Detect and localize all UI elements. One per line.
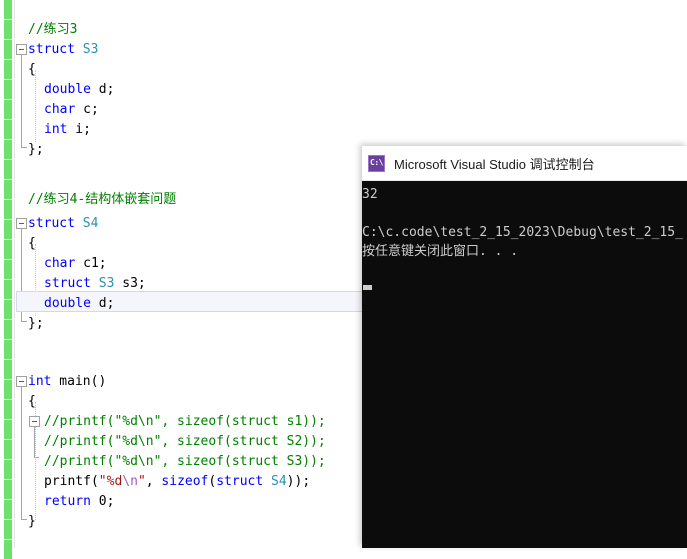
code-line[interactable]: char c; (44, 100, 99, 120)
code-token: }; (28, 316, 44, 331)
code-token: double (44, 296, 91, 311)
code-line[interactable]: double d; (44, 80, 114, 100)
debug-console-window[interactable]: C:\ Microsoft Visual Studio 调试控制台 按任意键关闭… (362, 146, 687, 548)
code-token: , (145, 474, 162, 489)
code-token: struct (28, 216, 83, 231)
code-token: double (44, 82, 91, 97)
code-token: //printf("%d\n", sizeof(struct s1)); (44, 414, 326, 429)
code-token: S4 (271, 474, 287, 489)
code-token: //练习4-结构体嵌套问题 (28, 192, 177, 207)
code-line[interactable]: //printf("%d\n", sizeof(struct S3)); (44, 452, 326, 472)
code-line[interactable]: { (28, 60, 36, 80)
console-app-icon: C:\ (368, 154, 385, 172)
code-token: struct (28, 42, 83, 57)
code-token: " (137, 474, 146, 489)
code-token: s3; (114, 276, 146, 291)
collapse-minus-icon[interactable] (16, 44, 27, 55)
code-line[interactable]: return 0; (44, 492, 114, 512)
code-line[interactable]: int i; (44, 120, 91, 140)
code-token: S3 (82, 42, 99, 57)
code-line[interactable]: { (28, 234, 36, 254)
code-token: d; (90, 82, 115, 97)
code-token: //printf("%d\n", sizeof(struct S3)); (44, 454, 326, 469)
code-line[interactable]: //练习4-结构体嵌套问题 (28, 190, 176, 210)
code-token: struct (44, 276, 99, 291)
code-line[interactable]: char c1; (44, 254, 107, 274)
code-token: //练习3 (28, 22, 78, 37)
code-line[interactable]: printf("%d\n", sizeof(struct S4)); (44, 472, 310, 492)
console-icon-label: C:\ (370, 158, 383, 167)
collapse-minus-icon[interactable] (16, 218, 27, 229)
code-line[interactable]: }; (28, 314, 44, 334)
code-token: S4 (82, 216, 99, 231)
code-line[interactable]: }; (28, 140, 44, 160)
code-line[interactable]: //printf("%d\n", sizeof(struct S2)); (44, 432, 326, 452)
code-token: }; (28, 142, 44, 157)
code-token: int (28, 374, 52, 389)
code-token: } (28, 514, 36, 529)
code-token: printf( (44, 474, 99, 489)
code-line[interactable]: } (28, 512, 36, 532)
code-token: main() (51, 374, 107, 389)
code-line[interactable]: int main() (28, 372, 106, 392)
collapse-minus-icon[interactable] (29, 416, 40, 427)
console-cursor (363, 285, 372, 290)
console-output-line: 32 (362, 187, 378, 202)
code-token: )); (286, 474, 311, 489)
code-token: char (44, 102, 76, 117)
console-titlebar[interactable]: C:\ Microsoft Visual Studio 调试控制台 (362, 146, 687, 181)
code-line[interactable]: double d; (44, 294, 114, 314)
code-line[interactable]: { (28, 392, 36, 412)
console-output-line: C:\c.code\test_2_15_2023\Debug\test_2_15… (362, 225, 683, 240)
code-line[interactable]: struct S3 (28, 40, 98, 60)
code-token: { (28, 62, 36, 77)
code-token: int (44, 122, 68, 137)
code-token: c; (75, 102, 99, 117)
code-token: \n (122, 474, 138, 489)
code-token: { (28, 394, 36, 409)
code-token: i; (67, 122, 91, 137)
code-token: //printf("%d\n", sizeof(struct S2)); (44, 434, 326, 449)
console-output-line: 按任意键关闭此窗口. . . (362, 244, 519, 259)
code-line[interactable]: struct S3 s3; (44, 274, 146, 294)
code-line[interactable]: //练习3 (28, 20, 77, 40)
code-line[interactable]: //printf("%d\n", sizeof(struct s1)); (44, 412, 326, 432)
code-token: struct (216, 474, 272, 489)
code-token: S3 (98, 276, 115, 291)
code-token: char (44, 256, 76, 271)
code-token: "%d (98, 474, 123, 489)
code-token: 0; (90, 494, 115, 509)
code-token: { (28, 236, 36, 251)
code-token: return (44, 494, 91, 509)
code-line[interactable]: struct S4 (28, 214, 98, 234)
console-output-area[interactable]: 按任意键关闭此窗口. . . C:\c.code\test_2_15_2023\D… (362, 181, 687, 548)
code-token: sizeof (161, 474, 209, 489)
code-token: d; (90, 296, 115, 311)
console-title-text: Microsoft Visual Studio 调试控制台 (394, 156, 595, 172)
collapse-minus-icon[interactable] (16, 376, 27, 387)
code-token: c1; (75, 256, 107, 271)
